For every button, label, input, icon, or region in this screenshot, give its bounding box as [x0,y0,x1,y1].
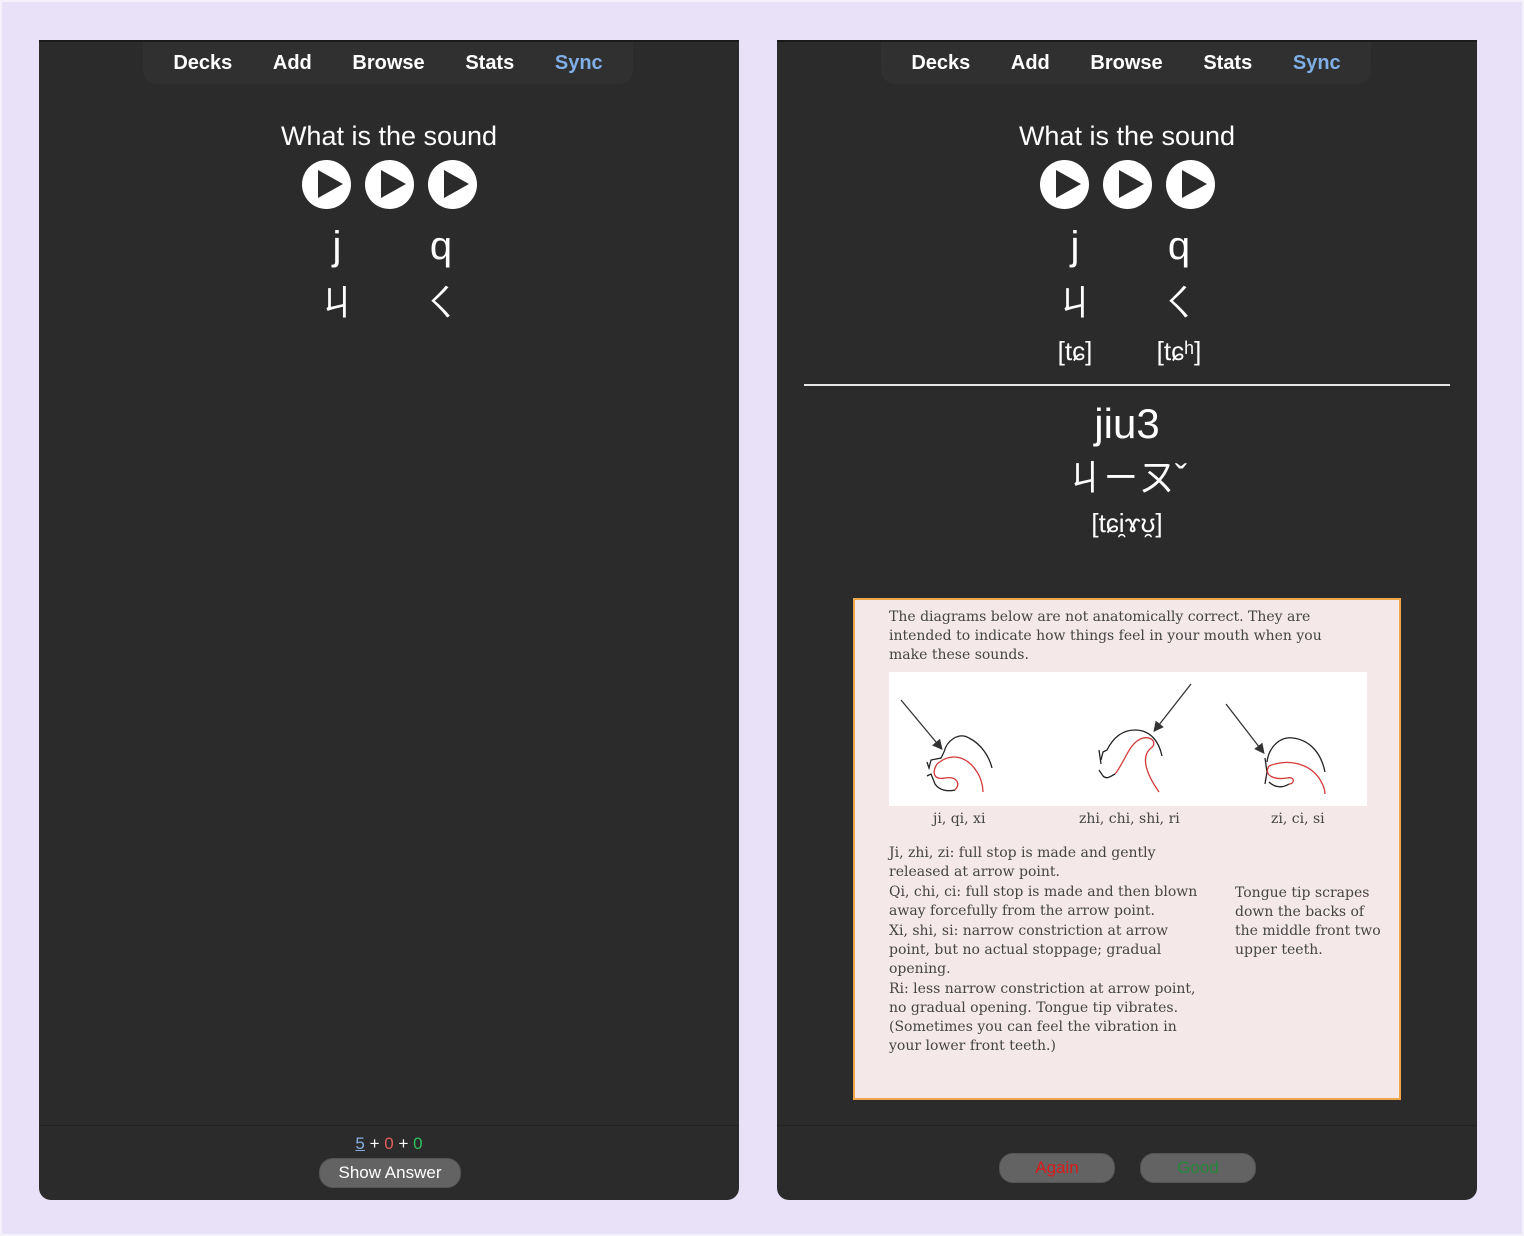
mouth-diagrams [889,672,1367,806]
card-prompt: What is the sound [1018,121,1236,151]
count-separator: + [398,1134,409,1153]
bottom-bar: Again Good [777,1125,1477,1200]
ipa-symbol: [tɕ] [1057,336,1093,366]
description-item: Qi, chi, ci: full stop is made and then … [889,884,1198,919]
diagram-label: zi, ci, si [1271,811,1325,827]
description-item: Ji, zhi, zi: full stop is made and gentl… [889,845,1156,880]
mouth-diagram-image [900,683,1326,795]
description-item: Ri: less narrow constriction at arrow po… [889,981,1196,1054]
bottom-bar: 5 + 0 + 0 Show Answer [39,1125,739,1200]
nav-add[interactable]: Add [273,52,312,75]
top-nav-bar: Decks Add Browse Stats Sync [881,42,1371,84]
card-answer: jiu3 ㄐㄧㄡˇ [tɕi̯ɤʊ̯] [777,397,1477,543]
ipa-symbol: [tɕʰ] [1156,336,1202,366]
notes-intro: The diagrams below are not anatomically … [889,609,1322,663]
diagram-zi-ci-si [1225,703,1326,795]
due-counts: 5 + 0 + 0 [39,1134,739,1154]
play-icon[interactable] [1039,160,1089,209]
pinyin-initial: j [332,224,342,268]
nav-decks[interactable]: Decks [911,52,970,75]
zhuyin-symbol: ㄑ [1160,282,1197,323]
side-note: Tongue tip scrapes down the backs of the… [1235,885,1381,958]
count-separator: + [369,1134,380,1153]
nav-sync[interactable]: Sync [1293,52,1341,75]
diagram-label: ji, qi, xi [933,811,986,827]
zhuyin-row: ㄐ ㄑ [39,275,739,331]
nav-decks[interactable]: Decks [173,52,232,75]
play-icon[interactable] [1165,160,1215,209]
again-button[interactable]: Again [999,1153,1115,1183]
zhuyin-symbol: ㄑ [422,282,459,323]
pinyin-initial: q [429,224,453,268]
good-button[interactable]: Good [1140,1153,1256,1183]
reviewer-answer-screen: Decks Add Browse Stats Sync What is the … [777,40,1477,1200]
nav-add[interactable]: Add [1011,52,1050,75]
answer-ipa: [tɕi̯ɤʊ̯] [1091,508,1163,538]
pronunciation-notes: The diagrams below are not anatomically … [853,598,1401,1100]
pinyin-initial: j [1070,224,1080,268]
top-nav-bar: Decks Add Browse Stats Sync [143,42,633,84]
diagram-label: zhi, chi, shi, ri [1079,811,1180,827]
show-answer-button[interactable]: Show Answer [319,1158,461,1188]
play-icon[interactable] [427,160,477,209]
description-item: Xi, shi, si: narrow constriction at arro… [889,923,1169,977]
diagram-zhi-chi-shi-ri [1098,683,1192,793]
ipa-row: [tɕ] [tɕʰ] [777,331,1477,371]
sound-descriptions: Ji, zhi, zi: full stop is made and gentl… [889,844,1199,1057]
pinyin-row: j q [777,221,1477,271]
pinyin-initial: q [1167,224,1191,268]
reviewer-question-screen: Decks Add Browse Stats Sync What is the … [39,40,739,1200]
card-front: What is the sound j q ㄐ ㄑ [tɕ] [tɕʰ] [777,112,1477,371]
nav-browse[interactable]: Browse [352,52,424,75]
answer-divider [804,384,1450,386]
nav-stats[interactable]: Stats [465,52,514,75]
answer-pinyin: jiu3 [1094,400,1160,447]
zhuyin-symbol: ㄐ [1056,282,1093,323]
nav-browse[interactable]: Browse [1090,52,1162,75]
zhuyin-row: ㄐ ㄑ [777,275,1477,331]
play-icon[interactable] [364,160,414,209]
play-icon[interactable] [1102,160,1152,209]
nav-sync[interactable]: Sync [555,52,603,75]
card-front: What is the sound j q ㄐ ㄑ [39,112,739,331]
nav-stats[interactable]: Stats [1203,52,1252,75]
diagram-ji-qi-xi [900,699,993,793]
card-prompt: What is the sound [280,121,498,151]
audio-buttons [777,160,1477,209]
pinyin-row: j q [39,221,739,271]
play-icon[interactable] [301,160,351,209]
audio-buttons [39,160,739,209]
answer-zhuyin: ㄐㄧㄡˇ [1067,457,1187,498]
review-count: 0 [413,1134,423,1153]
new-count: 5 [355,1134,365,1153]
zhuyin-symbol: ㄐ [318,282,355,323]
learning-count: 0 [384,1134,394,1153]
